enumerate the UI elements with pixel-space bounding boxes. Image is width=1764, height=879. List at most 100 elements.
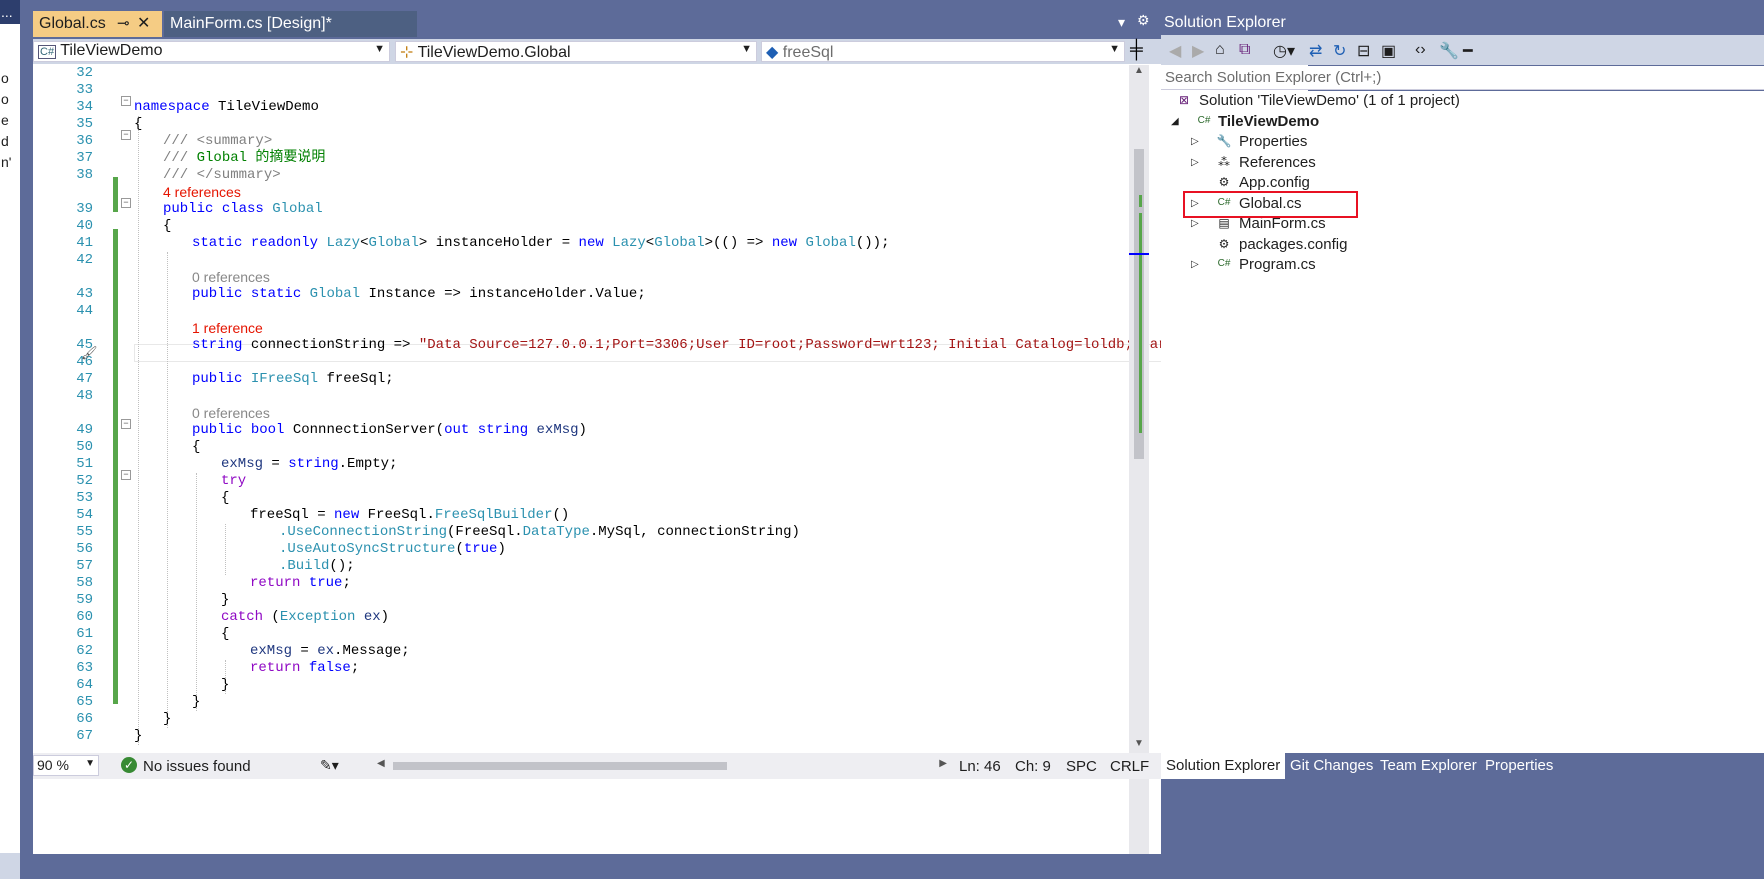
- token-keyword: false: [308, 660, 351, 676]
- token-type: Global: [272, 201, 323, 217]
- project-dropdown-label: TileViewDemo: [60, 42, 163, 59]
- code-editor[interactable]: C# TileViewDemo ▼ ⊹ TileViewDemo.Global …: [33, 39, 1308, 854]
- search-input[interactable]: Search Solution Explorer (Ctrl+;): [1161, 66, 1764, 90]
- token-keyword: class: [221, 201, 264, 217]
- scroll-right-icon[interactable]: ▶: [939, 758, 947, 769]
- ide-window: ... o o e d n' Global.cs ⊸ ✕ MainForm.cs…: [0, 0, 1764, 879]
- sync-icon[interactable]: ⇄: [1309, 41, 1322, 61]
- codelens-references[interactable]: 0 references: [192, 269, 270, 286]
- line-number: 34: [76, 99, 93, 115]
- code-line-49: public bool ConnnectionServer(out string…: [192, 422, 587, 439]
- preview-icon[interactable]: ━: [1463, 41, 1473, 61]
- expanded-arrow-icon[interactable]: ◢: [1171, 112, 1183, 132]
- token-keyword: new: [334, 507, 360, 523]
- horizontal-scrollbar[interactable]: ◀ ▶: [377, 758, 947, 771]
- scrollbar-thumb[interactable]: [393, 762, 727, 770]
- navigation-bar: C# TileViewDemo ▼ ⊹ TileViewDemo.Global …: [33, 39, 1308, 64]
- collapsed-arrow-icon[interactable]: ▷: [1191, 153, 1203, 173]
- token-text: .Empty;: [338, 456, 398, 472]
- project-dropdown[interactable]: C# TileViewDemo ▼: [33, 41, 390, 62]
- collapse-icon[interactable]: −: [121, 419, 131, 429]
- clipped-text: n': [1, 154, 12, 170]
- left-panel-header[interactable]: ...: [0, 0, 20, 24]
- code-line-34: namespace TileViewDemo: [134, 99, 319, 116]
- pending-changes-filter-icon[interactable]: ◷▾: [1273, 41, 1295, 61]
- collapse-icon[interactable]: −: [121, 130, 131, 140]
- wrench-icon: 🔧: [1216, 134, 1232, 148]
- chevron-down-icon: ▼: [1109, 43, 1120, 55]
- collapse-all-icon[interactable]: ⊟: [1357, 41, 1370, 61]
- indent-guide: [138, 116, 139, 745]
- gear-icon[interactable]: ⚙: [1137, 12, 1150, 29]
- line-number: 63: [76, 660, 93, 676]
- brush-icon[interactable]: ✎▾: [320, 757, 339, 774]
- line-number: 56: [76, 541, 93, 557]
- column-indicator[interactable]: Ch: 9: [1015, 758, 1051, 775]
- tab-global-cs[interactable]: Global.cs ⊸ ✕: [33, 11, 162, 37]
- change-overview-marker: [1139, 213, 1142, 433]
- type-dropdown[interactable]: ⊹ TileViewDemo.Global ▼: [395, 41, 757, 62]
- line-ending-indicator[interactable]: CRLF: [1110, 758, 1149, 775]
- token-keyword: true: [463, 541, 498, 557]
- forward-icon[interactable]: ▶: [1192, 41, 1204, 61]
- chevron-down-icon: ▼: [741, 43, 752, 55]
- tab-solution-explorer[interactable]: Solution Explorer: [1161, 753, 1285, 779]
- codelens-references[interactable]: 4 references: [163, 184, 241, 201]
- token-text: (: [263, 609, 280, 625]
- collapse-icon[interactable]: −: [121, 198, 131, 208]
- line-number: 50: [76, 439, 93, 455]
- view-code-icon[interactable]: ‹›: [1415, 41, 1426, 59]
- vertical-scrollbar[interactable]: ▲ ▼: [1129, 65, 1149, 854]
- indent-guide: [196, 473, 197, 711]
- home-icon[interactable]: ⌂: [1215, 41, 1225, 59]
- line-number: 32: [76, 65, 93, 81]
- token-text: ;: [350, 660, 360, 676]
- pin-icon[interactable]: ⊸: [117, 14, 130, 32]
- tab-mainform-design[interactable]: MainForm.cs [Design]*: [164, 11, 417, 37]
- refresh-icon[interactable]: ↻: [1333, 41, 1346, 61]
- collapse-icon[interactable]: −: [121, 470, 131, 480]
- member-dropdown[interactable]: ◆ freeSql ▼: [761, 41, 1125, 62]
- scroll-down-icon[interactable]: ▼: [1134, 738, 1144, 749]
- wrench-icon[interactable]: 🔧: [1439, 41, 1459, 61]
- token-identifier: connectionString: [250, 337, 386, 353]
- quick-actions-brush-icon[interactable]: 🖌: [81, 345, 98, 361]
- zoom-dropdown[interactable]: 90 % ▼: [33, 755, 99, 776]
- collapse-icon[interactable]: −: [121, 96, 131, 106]
- token-type: Lazy: [612, 235, 646, 251]
- collapsed-arrow-icon[interactable]: ▷: [1191, 255, 1203, 275]
- token-text: ();: [329, 558, 355, 574]
- line-number: 54: [76, 507, 93, 523]
- codelens-references[interactable]: 1 reference: [192, 320, 263, 337]
- show-all-files-icon[interactable]: ▣: [1381, 41, 1396, 61]
- whitespace-indicator[interactable]: SPC: [1066, 758, 1097, 775]
- codelens-references[interactable]: 0 references: [192, 405, 270, 422]
- tab-list-dropdown-icon[interactable]: ▾: [1118, 14, 1125, 31]
- switch-views-icon[interactable]: ⧉: [1239, 41, 1250, 59]
- solution-explorer-toolbar: ◀ ▶ ⌂ ⧉ ◷▾ ⇄ ↻ ⊟ ▣ ‹› 🔧 ━: [1161, 35, 1764, 65]
- tab-team-explorer[interactable]: Team Explorer: [1375, 753, 1482, 779]
- tree-item-label: App.config: [1239, 174, 1310, 191]
- split-editor-icon[interactable]: ╪: [1130, 39, 1143, 60]
- change-marker: [113, 177, 118, 212]
- token-method: .Build: [279, 558, 330, 574]
- line-indicator[interactable]: Ln: 46: [959, 758, 1001, 775]
- close-icon[interactable]: ✕: [137, 13, 150, 33]
- collapsed-arrow-icon[interactable]: ▷: [1191, 132, 1203, 152]
- token-keyword: return: [250, 660, 301, 676]
- references-icon: ⁂: [1218, 155, 1230, 169]
- token-local: ex: [317, 643, 335, 659]
- code-area[interactable]: namespace TileViewDemo { /// <summary> /…: [134, 65, 1277, 854]
- line-number: 37: [76, 150, 93, 166]
- back-icon[interactable]: ◀: [1169, 41, 1181, 61]
- scroll-up-icon[interactable]: ▲: [1134, 65, 1144, 76]
- csharp-project-icon: C#: [1197, 115, 1211, 126]
- issues-status[interactable]: No issues found: [143, 758, 251, 775]
- tab-git-changes[interactable]: Git Changes: [1285, 753, 1378, 779]
- tab-properties[interactable]: Properties: [1480, 753, 1558, 779]
- scroll-left-icon[interactable]: ◀: [377, 758, 385, 769]
- code-line-65: }: [192, 694, 201, 710]
- document-tab-bar: Global.cs ⊸ ✕ MainForm.cs [Design]*: [33, 11, 1306, 37]
- token-method: .UseAutoSyncStructure: [279, 541, 456, 557]
- token-keyword: readonly: [250, 235, 319, 251]
